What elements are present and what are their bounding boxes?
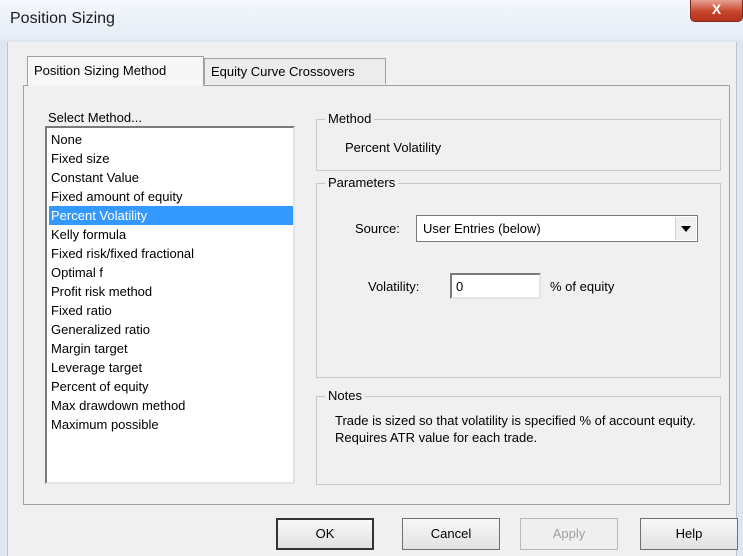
- list-item[interactable]: Fixed ratio: [49, 301, 293, 320]
- window-title: Position Sizing: [10, 10, 115, 27]
- method-group-title: Method: [325, 111, 375, 127]
- notes-group-title: Notes: [325, 388, 365, 404]
- list-item[interactable]: Profit risk method: [49, 282, 293, 301]
- list-item[interactable]: Fixed size: [49, 149, 293, 168]
- list-item[interactable]: Constant Value: [49, 168, 293, 187]
- source-label: Source:: [355, 221, 400, 236]
- list-item[interactable]: Percent Volatility: [49, 206, 293, 225]
- source-dropdown-value: User Entries (below): [423, 221, 541, 236]
- help-button[interactable]: Help: [640, 518, 738, 550]
- tab-position-sizing-method[interactable]: Position Sizing Method: [27, 56, 204, 86]
- list-item[interactable]: Margin target: [49, 339, 293, 358]
- volatility-unit-label: % of equity: [550, 279, 615, 294]
- ok-button[interactable]: OK: [276, 518, 374, 550]
- cancel-button[interactable]: Cancel: [402, 518, 500, 550]
- list-item[interactable]: Fixed amount of equity: [49, 187, 293, 206]
- method-listbox[interactable]: None Fixed size Constant Value Fixed amount…: [45, 126, 295, 484]
- list-item[interactable]: Leverage target: [49, 358, 293, 377]
- list-item[interactable]: Percent of equity: [49, 377, 293, 396]
- source-dropdown[interactable]: User Entries (below): [416, 215, 698, 242]
- list-item[interactable]: Optimal f: [49, 263, 293, 282]
- list-item[interactable]: None: [49, 130, 293, 149]
- list-item[interactable]: Max drawdown method: [49, 396, 293, 415]
- method-value: Percent Volatility: [345, 140, 442, 155]
- close-button[interactable]: X: [690, 0, 743, 22]
- notes-text: Trade is sized so that volatility is spe…: [335, 413, 696, 445]
- title-bar: Position Sizing X: [0, 0, 743, 41]
- list-item[interactable]: Maximum possible: [49, 415, 293, 434]
- list-item[interactable]: Generalized ratio: [49, 320, 293, 339]
- list-item[interactable]: Fixed risk/fixed fractional: [49, 244, 293, 263]
- volatility-label: Volatility:: [368, 279, 420, 294]
- volatility-input[interactable]: [450, 273, 541, 299]
- apply-button: Apply: [520, 518, 618, 550]
- chevron-down-icon[interactable]: [675, 217, 696, 240]
- select-method-label: Select Method...: [48, 110, 142, 125]
- tab-equity-curve-crossovers[interactable]: Equity Curve Crossovers: [204, 58, 386, 84]
- parameters-group-title: Parameters: [325, 175, 399, 191]
- list-item[interactable]: Kelly formula: [49, 225, 293, 244]
